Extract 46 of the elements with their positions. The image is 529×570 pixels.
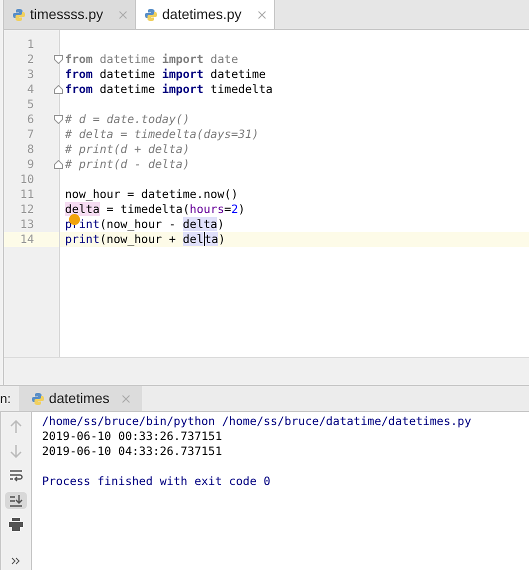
- fold-marker-icon[interactable]: [54, 55, 63, 64]
- line-number: 9: [26, 157, 34, 172]
- console-line: /home/ss/bruce/bin/python /home/ss/bruce/datatime/datetimes.py: [42, 414, 472, 429]
- line-number: 13: [19, 217, 34, 232]
- code-line: delta = timedelta(hours=2): [65, 202, 246, 217]
- line-number: 14: [19, 232, 34, 247]
- run-tab[interactable]: datetimes: [18, 386, 142, 411]
- fold-marker-icon[interactable]: [54, 160, 63, 169]
- scroll-to-end-icon[interactable]: [9, 494, 23, 507]
- code-line: from datetime import date: [65, 52, 238, 67]
- line-number: 1: [26, 37, 34, 52]
- python-file-icon: [144, 8, 158, 22]
- code-line: # delta = timedelta(days=31): [65, 127, 259, 142]
- python-file-icon: [12, 8, 26, 22]
- close-icon[interactable]: [258, 10, 266, 18]
- line-number: 8: [26, 142, 34, 157]
- close-icon[interactable]: [119, 10, 128, 18]
- line-number: 2: [26, 52, 34, 67]
- console-line: 2019-06-10 00:33:26.737151: [42, 429, 224, 444]
- line-number: 5: [26, 97, 34, 112]
- console-line: 2019-06-10 04:33:26.737151: [42, 444, 224, 459]
- console-line: Process finished with exit code 0: [42, 474, 272, 489]
- line-number: 7: [26, 127, 34, 142]
- code-line: # print(d + delta): [65, 142, 190, 157]
- code-line: # print(d - delta): [65, 157, 190, 172]
- code-line: now_hour = datetime.now(): [65, 187, 238, 202]
- fold-marker-icon[interactable]: [54, 115, 63, 124]
- line-number: 11: [19, 187, 34, 202]
- python-icon: [30, 392, 45, 406]
- line-number: 12: [19, 202, 34, 217]
- editor-tab[interactable]: datetimes.py: [136, 0, 274, 29]
- line-number: 10: [19, 172, 34, 187]
- code-line: from datetime import timedelta: [65, 82, 273, 97]
- code-line: from datetime import datetime: [65, 67, 266, 82]
- soft-wrap-icon[interactable]: [9, 469, 23, 482]
- fold-marker-icon[interactable]: [54, 85, 63, 94]
- run-panel-label: n:: [0, 390, 11, 408]
- editor-tab[interactable]: timessss.py: [4, 0, 136, 29]
- line-number: 4: [26, 82, 34, 97]
- line-number: 6: [26, 112, 34, 127]
- more-icon[interactable]: [11, 557, 21, 566]
- code-line: # d = date.today(): [65, 112, 190, 127]
- line-number: 3: [26, 67, 34, 82]
- close-icon[interactable]: [122, 394, 130, 402]
- printer-icon[interactable]: [9, 518, 23, 532]
- code-line: print(now_hour + del ta): [65, 232, 226, 247]
